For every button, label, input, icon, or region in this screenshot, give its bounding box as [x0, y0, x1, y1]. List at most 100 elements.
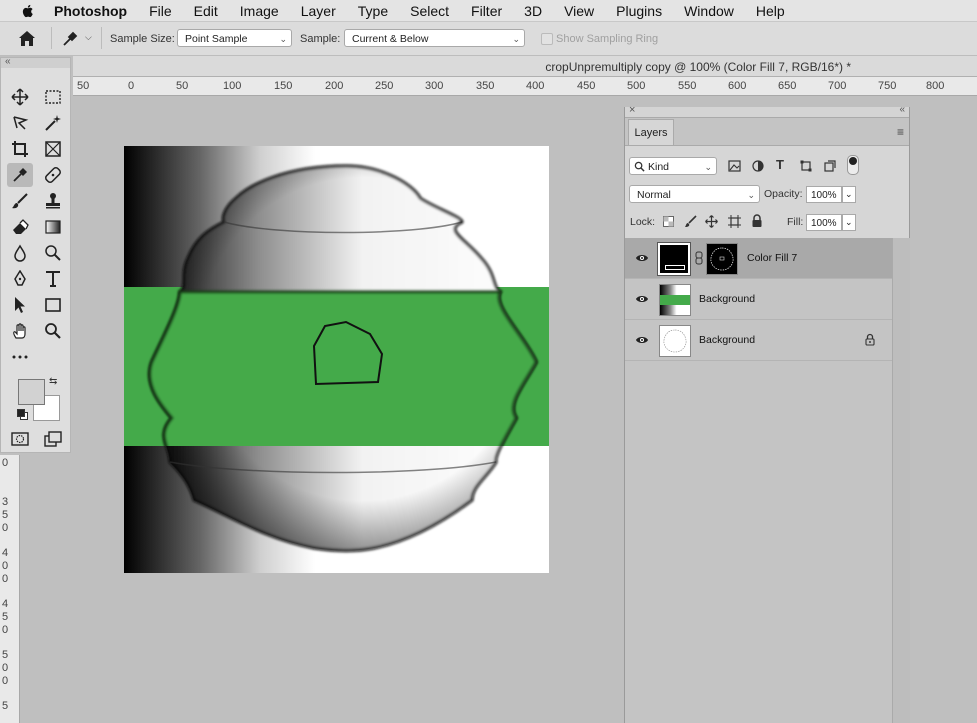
more-tools-icon[interactable]: [7, 345, 33, 369]
ruler-tick: 400: [526, 80, 545, 92]
eyedropper-tool-icon[interactable]: [7, 163, 33, 187]
ruler-tick: 200: [325, 80, 344, 92]
lock-position-icon[interactable]: [705, 215, 718, 228]
menu-image[interactable]: Image: [240, 3, 279, 19]
layer-name[interactable]: Background: [699, 293, 755, 305]
rectangle-tool-icon[interactable]: [40, 293, 66, 317]
fill-dropdown[interactable]: ⌄: [842, 214, 856, 231]
panel-title-strip[interactable]: × «: [625, 104, 909, 118]
dodge-tool-icon[interactable]: [40, 241, 66, 265]
pen-tool-icon[interactable]: [7, 267, 33, 291]
swap-colors-icon[interactable]: ⇆: [49, 376, 57, 387]
ruler-tick: 0: [2, 662, 9, 674]
apple-icon[interactable]: [20, 3, 36, 19]
fill-icon: [665, 265, 685, 270]
opacity-input[interactable]: 100%: [806, 186, 842, 203]
healing-brush-tool-icon[interactable]: [40, 163, 66, 187]
visibility-eye-icon[interactable]: [635, 292, 649, 306]
menu-app-name[interactable]: Photoshop: [54, 3, 127, 19]
crop-tool-icon[interactable]: [7, 137, 33, 161]
filter-smart-object-icon[interactable]: [824, 160, 836, 172]
menu-select[interactable]: Select: [410, 3, 449, 19]
layer-thumbnail[interactable]: [657, 242, 691, 276]
filter-type-icon[interactable]: T: [776, 157, 784, 172]
close-panel-icon[interactable]: ×: [629, 104, 635, 116]
document-title[interactable]: cropUnpremultiply copy @ 100% (Color Fil…: [545, 60, 851, 74]
layer-name[interactable]: Color Fill 7: [747, 252, 797, 264]
zoom-tool-icon[interactable]: [40, 319, 66, 343]
layer-row-background-1[interactable]: Background: [625, 279, 892, 320]
path-selection-tool-icon[interactable]: [7, 293, 33, 317]
layers-panel: × « Layers ≡ Kind ⌄ T Normal ⌄ Opacity: …: [624, 104, 910, 723]
visibility-eye-icon[interactable]: [635, 251, 649, 265]
stamp-tool-icon[interactable]: [40, 189, 66, 213]
ruler-tick: 5: [2, 649, 9, 661]
menu-filter[interactable]: Filter: [471, 3, 502, 19]
frame-tool-icon[interactable]: [40, 137, 66, 161]
brush-tool-icon[interactable]: [7, 189, 33, 213]
menu-window[interactable]: Window: [684, 3, 734, 19]
ruler-tick: 50: [176, 80, 189, 92]
filter-toggle[interactable]: [847, 155, 859, 175]
quick-mask-icon[interactable]: [7, 427, 33, 451]
chevron-down-icon: ⌄: [279, 34, 287, 44]
filter-shape-icon[interactable]: [800, 160, 812, 172]
default-colors-icon[interactable]: [17, 409, 28, 420]
menu-edit[interactable]: Edit: [194, 3, 218, 19]
gradient-tool-icon[interactable]: [40, 215, 66, 239]
collapse-icon[interactable]: «: [5, 56, 11, 67]
blur-tool-icon[interactable]: [7, 241, 33, 265]
move-tool-icon[interactable]: [7, 85, 33, 109]
menu-view[interactable]: View: [564, 3, 594, 19]
horizontal-ruler[interactable]: 50 0 50 100 150 200 250 300 350 400 450 …: [73, 77, 977, 96]
sample-select[interactable]: Current & Below ⌄: [344, 29, 525, 47]
menu-3d[interactable]: 3D: [524, 3, 542, 19]
sampling-ring-checkbox[interactable]: [541, 33, 553, 45]
layer-row-color-fill[interactable]: Color Fill 7: [625, 238, 892, 279]
marquee-tool-icon[interactable]: [40, 85, 66, 109]
visibility-eye-icon[interactable]: [635, 333, 649, 347]
blend-mode-select[interactable]: Normal ⌄: [629, 185, 760, 203]
filter-adjustment-icon[interactable]: [752, 160, 764, 172]
sample-size-select[interactable]: Point Sample ⌄: [177, 29, 292, 47]
lasso-tool-icon[interactable]: [7, 111, 33, 135]
lock-transparent-icon[interactable]: [663, 216, 674, 227]
link-chain-icon[interactable]: [695, 251, 703, 265]
lock-artboard-icon[interactable]: [728, 215, 741, 228]
chevron-down-icon[interactable]: ⌵: [85, 32, 92, 43]
layer-thumbnail[interactable]: [659, 284, 691, 316]
toolbox-header[interactable]: «: [1, 56, 70, 68]
filter-pixel-icon[interactable]: [728, 160, 741, 172]
menu-plugins[interactable]: Plugins: [616, 3, 662, 19]
panel-menu-icon[interactable]: ≡: [897, 125, 904, 139]
screen-mode-icon[interactable]: [40, 427, 66, 451]
opacity-dropdown[interactable]: ⌄: [842, 186, 856, 203]
layer-lock-icon[interactable]: [865, 333, 875, 346]
hand-tool-icon[interactable]: [7, 319, 33, 343]
menu-type[interactable]: Type: [358, 3, 388, 19]
layer-thumbnail[interactable]: [659, 325, 691, 357]
collapse-panel-icon[interactable]: «: [899, 104, 905, 115]
layers-scrollbar[interactable]: [892, 238, 910, 723]
menu-layer[interactable]: Layer: [301, 3, 336, 19]
fill-input[interactable]: 100%: [806, 214, 842, 231]
magic-wand-tool-icon[interactable]: [40, 111, 66, 135]
eyedropper-tool-preset-icon[interactable]: [61, 30, 79, 48]
tab-layers[interactable]: Layers: [628, 119, 674, 146]
document-canvas[interactable]: [124, 146, 549, 573]
lock-image-pixels-icon[interactable]: [684, 215, 697, 228]
menu-help[interactable]: Help: [756, 3, 785, 19]
filter-kind-select[interactable]: Kind ⌄: [629, 157, 717, 175]
mask-shape-icon: [710, 247, 734, 271]
foreground-color-swatch[interactable]: [18, 379, 45, 405]
layer-mask-thumbnail[interactable]: [706, 243, 738, 275]
opacity-label: Opacity:: [764, 188, 803, 200]
home-icon[interactable]: [18, 30, 36, 47]
vertical-ruler[interactable]: 0 3 5 0 4 0 0 4 5 0 5 0 0 5: [0, 455, 20, 723]
layer-name[interactable]: Background: [699, 334, 755, 346]
lock-all-icon[interactable]: [751, 214, 763, 228]
type-tool-icon[interactable]: [40, 267, 66, 291]
menu-file[interactable]: File: [149, 3, 172, 19]
eraser-tool-icon[interactable]: [7, 215, 33, 239]
layer-row-background-2[interactable]: Background: [625, 320, 892, 361]
